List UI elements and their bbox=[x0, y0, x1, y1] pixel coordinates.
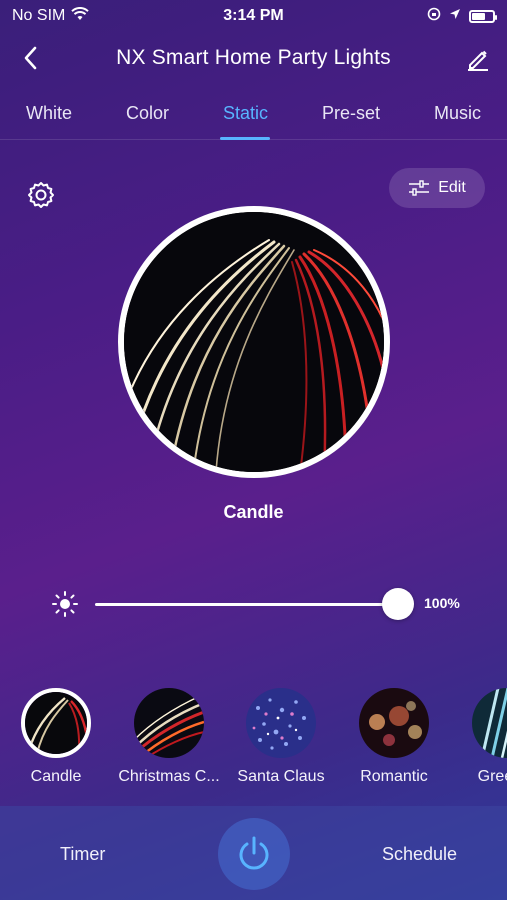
brightness-icon bbox=[51, 590, 79, 618]
scene-label: Candle bbox=[30, 768, 82, 785]
timer-button[interactable]: Timer bbox=[60, 844, 105, 865]
power-button[interactable] bbox=[218, 818, 290, 890]
chevron-left-icon bbox=[24, 46, 37, 70]
brightness-value: 100% bbox=[424, 595, 460, 611]
brightness-control: 100% bbox=[0, 584, 507, 624]
header: NX Smart Home Party Lights bbox=[0, 36, 507, 80]
power-icon bbox=[239, 836, 269, 870]
back-button[interactable] bbox=[16, 44, 44, 72]
brightness-slider-track[interactable] bbox=[95, 603, 398, 606]
edit-button[interactable]: Edit bbox=[389, 168, 485, 208]
schedule-button[interactable]: Schedule bbox=[382, 844, 457, 865]
status-bar: No SIM 3:14 PM bbox=[0, 0, 507, 32]
tab-static[interactable]: Static bbox=[223, 96, 268, 140]
scene-label: Romantic bbox=[360, 768, 428, 785]
scene-item-green[interactable]: Green F bbox=[447, 688, 507, 786]
gear-icon bbox=[28, 182, 54, 208]
scene-item-candle[interactable]: Candle bbox=[0, 688, 116, 786]
edit-button-label: Edit bbox=[438, 179, 466, 196]
scene-label: Green F bbox=[477, 768, 507, 785]
tab-white[interactable]: White bbox=[26, 96, 72, 140]
pencil-icon bbox=[468, 50, 488, 71]
tab-music[interactable]: Music bbox=[434, 96, 481, 140]
scene-thumb-christmas bbox=[134, 688, 204, 758]
tab-preset[interactable]: Pre-set bbox=[322, 96, 380, 140]
bottom-bar: Timer Schedule bbox=[0, 806, 507, 900]
settings-button[interactable] bbox=[26, 180, 56, 210]
scene-thumb-romantic bbox=[359, 688, 429, 758]
scene-preview-image bbox=[118, 206, 390, 478]
current-scene-name: Candle bbox=[223, 502, 284, 522]
scene-item-romantic[interactable]: Romantic bbox=[334, 688, 454, 786]
scene-item-santa-claus[interactable]: Santa Claus bbox=[221, 688, 341, 786]
scene-label: Santa Claus bbox=[237, 768, 325, 785]
sliders-icon bbox=[409, 180, 430, 196]
scene-label: Christmas C... bbox=[118, 768, 220, 785]
scene-thumb-candle bbox=[21, 688, 91, 758]
page-title: NX Smart Home Party Lights bbox=[116, 46, 391, 69]
battery-icon bbox=[469, 9, 497, 23]
scene-thumb-green bbox=[472, 688, 507, 758]
tab-color[interactable]: Color bbox=[126, 96, 169, 140]
clock: 3:14 PM bbox=[223, 7, 284, 24]
scene-thumb-santa-claus bbox=[246, 688, 316, 758]
scene-carousel[interactable]: Candle Christmas C... Santa Claus Romant… bbox=[0, 688, 507, 798]
brightness-slider-thumb[interactable] bbox=[382, 588, 414, 620]
scene-item-christmas[interactable]: Christmas C... bbox=[109, 688, 229, 786]
rename-button[interactable] bbox=[463, 44, 493, 74]
mode-tabs: White Color Static Pre-set Music bbox=[0, 96, 507, 140]
